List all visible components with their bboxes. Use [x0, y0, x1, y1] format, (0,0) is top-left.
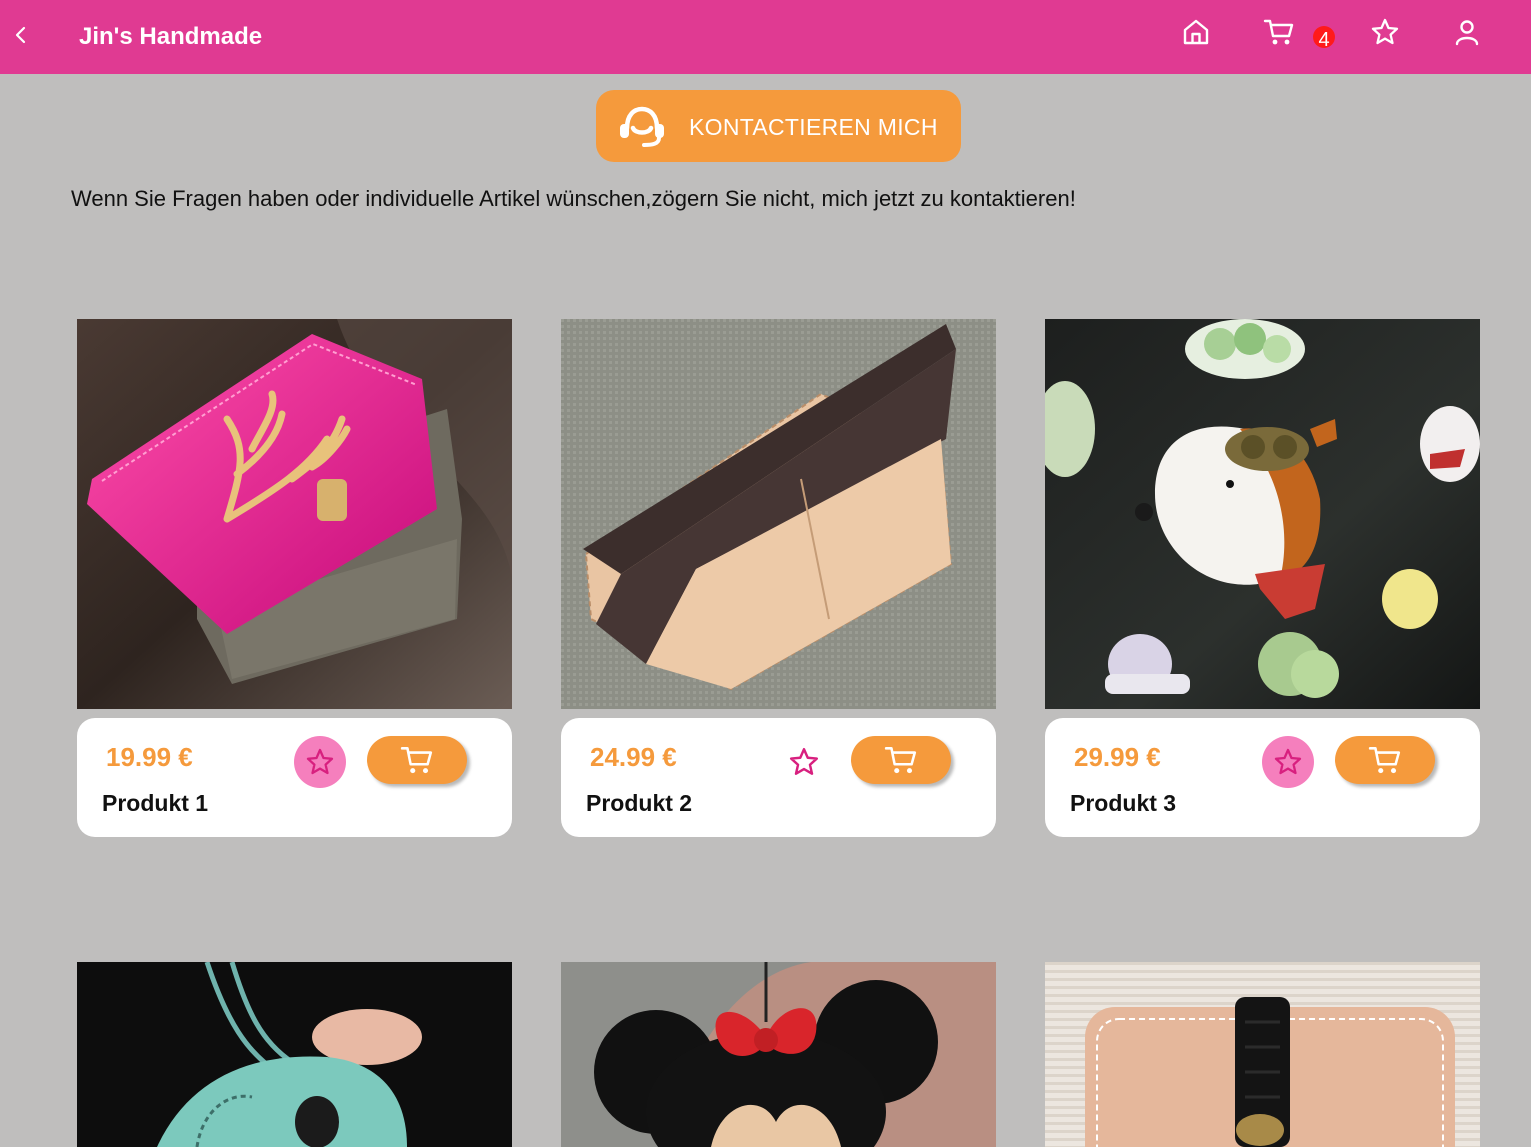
product-price: 24.99 € [590, 742, 677, 772]
product-card-2: 24.99 € Produkt 2 [561, 718, 996, 837]
user-icon [1455, 20, 1479, 46]
app-title: Jin's Handmade [79, 23, 263, 50]
product-card-1: 19.99 € Produkt 1 [77, 718, 512, 837]
add-to-cart-button[interactable] [851, 736, 951, 784]
cart-nav-button[interactable] [1263, 16, 1295, 48]
star-icon [1274, 748, 1302, 775]
product-image-5[interactable] [561, 962, 996, 1147]
add-to-cart-button[interactable] [367, 736, 467, 784]
contact-button-label: KONTACTIEREN MICH [689, 114, 938, 140]
product-image-2[interactable] [561, 319, 996, 709]
star-icon [1371, 18, 1399, 45]
contact-me-button[interactable]: KONTACTIEREN MICH [596, 90, 961, 162]
favorites-nav-button[interactable] [1369, 16, 1401, 48]
product-name: Produkt 1 [102, 790, 209, 816]
product-image-4[interactable] [77, 962, 512, 1147]
cart-icon [400, 747, 433, 774]
product-image-6[interactable] [1045, 962, 1480, 1147]
product-image-1[interactable] [77, 319, 512, 709]
app-header: Jin's Handmade 4 [0, 0, 1531, 74]
chevron-left-icon [15, 26, 26, 44]
profile-nav-button[interactable] [1451, 16, 1483, 48]
product-price: 29.99 € [1074, 742, 1161, 772]
product-card-3: 29.99 € Produkt 3 [1045, 718, 1480, 837]
favorite-button[interactable] [1262, 736, 1314, 788]
home-icon [1183, 19, 1209, 45]
product-price: 19.99 € [106, 742, 193, 772]
cart-count-badge: 4 [1313, 26, 1335, 51]
favorite-button[interactable] [294, 736, 346, 788]
star-icon [306, 748, 334, 775]
add-to-cart-button[interactable] [1335, 736, 1435, 784]
star-icon [789, 747, 819, 775]
contact-intro-text: Wenn Sie Fragen haben oder individuelle … [71, 186, 1076, 211]
headset-icon [620, 106, 664, 147]
product-image-3[interactable] [1045, 319, 1480, 709]
product-name: Produkt 2 [586, 790, 693, 816]
cart-icon [884, 747, 917, 774]
home-button[interactable] [1180, 16, 1212, 48]
cart-icon [1368, 747, 1401, 774]
cart-icon [1263, 19, 1294, 45]
product-name: Produkt 3 [1070, 790, 1177, 816]
back-button[interactable] [8, 20, 34, 50]
favorite-button[interactable] [778, 736, 830, 788]
